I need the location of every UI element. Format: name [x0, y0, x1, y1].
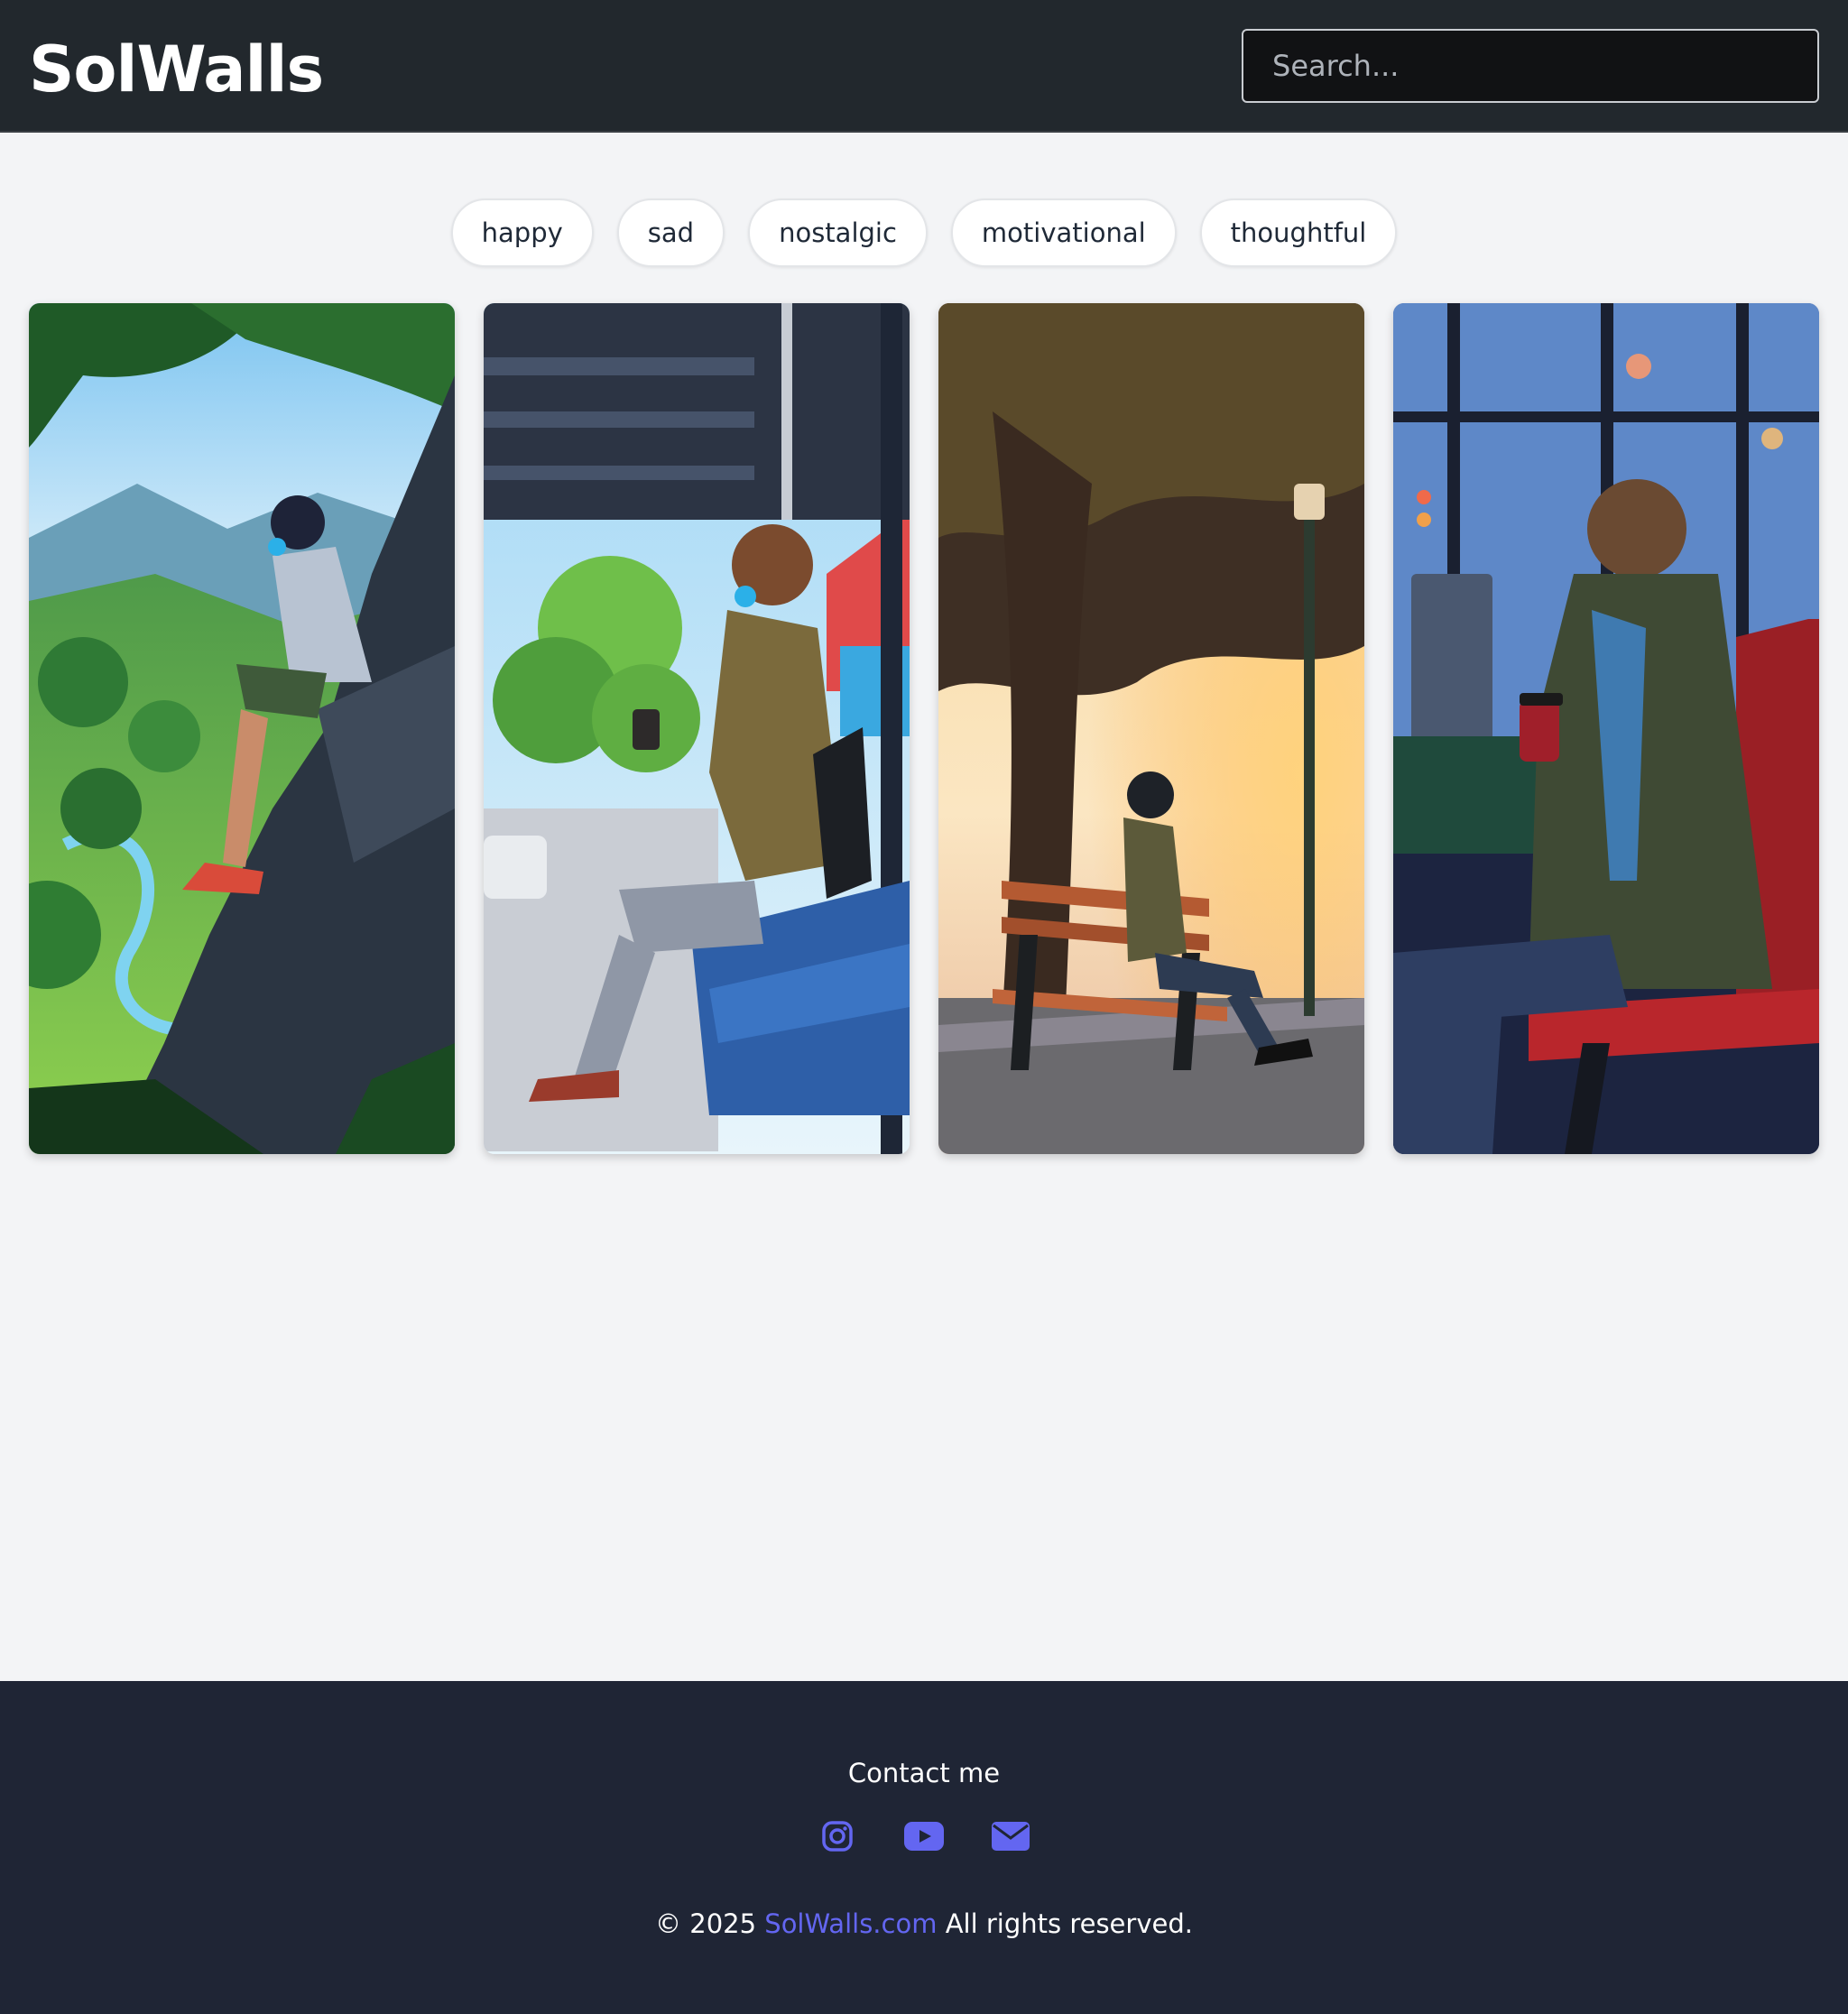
mood-pill-nostalgic[interactable]: nostalgic: [748, 199, 928, 267]
mood-pill-sad[interactable]: sad: [616, 199, 725, 267]
wallpaper-image-bus-stop: [484, 303, 910, 1154]
copyright-suffix: All rights reserved.: [945, 1908, 1193, 1939]
wallpaper-image-park-bench: [938, 303, 1364, 1154]
search-input[interactable]: [1242, 29, 1819, 103]
instagram-icon[interactable]: [818, 1818, 857, 1854]
email-icon[interactable]: [991, 1818, 1030, 1854]
mood-filter-bar: happy sad nostalgic motivational thought…: [0, 199, 1848, 267]
wallpaper-card[interactable]: [938, 303, 1364, 1154]
mood-pill-happy[interactable]: happy: [450, 199, 594, 267]
site-logo[interactable]: SolWalls: [29, 32, 324, 106]
youtube-icon[interactable]: [904, 1818, 944, 1854]
site-header: SolWalls: [0, 0, 1848, 133]
brand-link[interactable]: SolWalls.com: [764, 1908, 937, 1939]
wallpaper-card[interactable]: [484, 303, 910, 1154]
mood-pill-motivational[interactable]: motivational: [950, 199, 1177, 267]
wallpaper-card[interactable]: [1393, 303, 1819, 1154]
wallpaper-image-cliff: [29, 303, 455, 1154]
wallpaper-card[interactable]: [29, 303, 455, 1154]
mood-pill-thoughtful[interactable]: thoughtful: [1199, 199, 1398, 267]
wallpaper-image-rainy-bus: [1393, 303, 1819, 1154]
copyright-prefix: © 2025: [655, 1908, 757, 1939]
copyright: © 2025 SolWalls.com All rights reserved.: [0, 1908, 1848, 1939]
social-links: [0, 1818, 1848, 1854]
contact-heading: Contact me: [847, 1758, 1001, 1788]
site-footer: Contact me © 2025 SolWalls.com All right…: [0, 1681, 1848, 2014]
